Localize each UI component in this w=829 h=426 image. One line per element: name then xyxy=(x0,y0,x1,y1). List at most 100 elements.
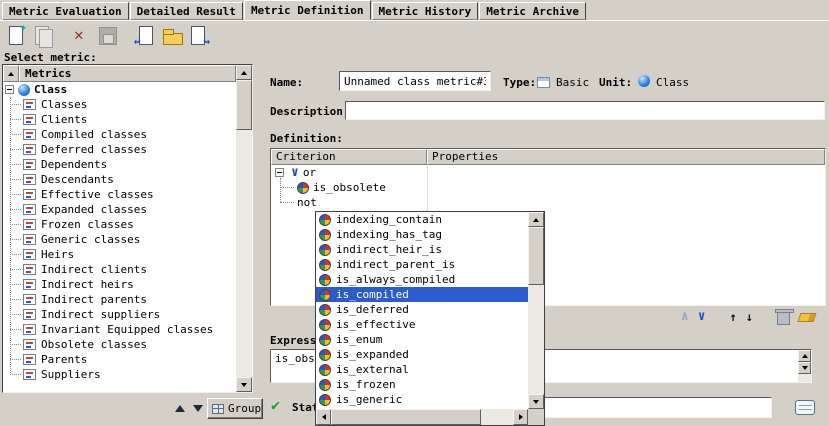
scroll-up-icon[interactable] xyxy=(236,65,252,80)
dropdown-item-label: is_enum xyxy=(336,333,382,346)
delete-metric-icon[interactable] xyxy=(69,23,93,47)
tab[interactable]: Metric History xyxy=(372,2,479,20)
tree-item[interactable]: Obsolete classes xyxy=(3,337,236,352)
criterion-row-is-obsolete[interactable]: is_obsolete xyxy=(271,180,825,195)
tree-item-label: Obsolete classes xyxy=(41,338,147,351)
scroll-down-icon[interactable] xyxy=(236,377,252,392)
scroll-thumb[interactable] xyxy=(236,80,252,130)
tree-scrollbar[interactable] xyxy=(236,65,252,392)
tree-item[interactable]: Dependents xyxy=(3,157,236,172)
tree-item[interactable]: Frozen classes xyxy=(3,217,236,232)
metric-icon xyxy=(23,279,36,290)
import-metrics-icon[interactable] xyxy=(134,23,158,47)
dropdown-item[interactable]: indirect_parent_is xyxy=(316,257,528,272)
metric-icon xyxy=(23,129,36,140)
criterion-icon xyxy=(319,349,331,361)
tree-item[interactable]: Indirect parents xyxy=(3,292,236,307)
scroll-right-icon[interactable] xyxy=(513,409,528,425)
collapse-icon[interactable] xyxy=(5,85,14,94)
dropdown-item[interactable]: indexing_contain xyxy=(316,212,528,227)
dropdown-item[interactable]: is_expanded xyxy=(316,347,528,362)
move-criterion-up-icon[interactable]: ↑ xyxy=(730,310,737,324)
export-metrics-icon[interactable] xyxy=(186,23,210,47)
dropdown-item[interactable]: is_external xyxy=(316,362,528,377)
select-metric-label: Select metric: xyxy=(4,51,97,64)
scroll-left-icon[interactable] xyxy=(316,409,331,425)
scroll-thumb[interactable] xyxy=(528,227,544,285)
scroll-up-icon[interactable] xyxy=(798,350,811,362)
name-input[interactable] xyxy=(339,71,491,91)
metrics-column-header[interactable]: Metrics xyxy=(19,65,236,82)
tree-root-class[interactable]: Class xyxy=(3,82,236,97)
criterion-row-or[interactable]: ∨ or xyxy=(271,165,825,180)
dropdown-vertical-scrollbar[interactable] xyxy=(528,212,544,409)
dropdown-item[interactable]: indexing_has_tag xyxy=(316,227,528,242)
tree-item[interactable]: Heirs xyxy=(3,247,236,262)
dropdown-item[interactable]: is_effective xyxy=(316,317,528,332)
metric-icon xyxy=(23,324,36,335)
dropdown-horizontal-scrollbar[interactable] xyxy=(316,409,528,425)
save-metric-icon[interactable] xyxy=(95,23,119,47)
group-button[interactable]: Group xyxy=(207,398,263,419)
metric-icon xyxy=(23,189,36,200)
dropdown-item[interactable]: is_always_compiled xyxy=(316,272,528,287)
description-input[interactable] xyxy=(345,101,825,120)
tree-item[interactable]: Effective classes xyxy=(3,187,236,202)
scroll-down-icon[interactable] xyxy=(528,394,544,409)
tab[interactable]: Metric Archive xyxy=(479,2,586,20)
tree-item-label: Indirect heirs xyxy=(41,278,134,291)
tree-item[interactable]: Deferred classes xyxy=(3,142,236,157)
type-value[interactable]: Basic xyxy=(556,76,589,89)
scroll-down-icon[interactable] xyxy=(798,362,811,374)
tree-item[interactable]: Parents xyxy=(3,352,236,367)
criterion-row-not[interactable]: not xyxy=(271,195,825,210)
move-criterion-down-icon[interactable]: ↓ xyxy=(746,310,753,324)
and-criterion-icon[interactable]: ∧ xyxy=(681,310,689,324)
tree-item[interactable]: Indirect heirs xyxy=(3,277,236,292)
criterion-icon xyxy=(319,229,331,241)
dropdown-item-label: is_deferred xyxy=(336,303,409,316)
new-metric-icon[interactable] xyxy=(4,23,28,47)
tree-item-label: Suppliers xyxy=(41,368,101,381)
tree-item[interactable]: Indirect clients xyxy=(3,262,236,277)
move-metric-down-button[interactable] xyxy=(189,400,206,417)
criterion-label: is_obsolete xyxy=(313,181,386,194)
scroll-thumb[interactable] xyxy=(331,409,481,425)
comment-icon[interactable] xyxy=(795,400,815,415)
dropdown-item[interactable]: is_compiled xyxy=(316,287,528,302)
criterion-column-header[interactable]: Criterion xyxy=(271,149,427,165)
sort-ascending-icon[interactable] xyxy=(3,65,19,82)
dropdown-item-label: indirect_heir_is xyxy=(336,243,442,256)
tree-item[interactable]: Classes xyxy=(3,97,236,112)
tree-item[interactable]: Compiled classes xyxy=(3,127,236,142)
tree-item[interactable]: Suppliers xyxy=(3,367,236,382)
dropdown-item[interactable]: is_frozen xyxy=(316,377,528,392)
delete-criterion-icon[interactable] xyxy=(777,312,790,325)
tree-item[interactable]: Indirect suppliers xyxy=(3,307,236,322)
tree-item[interactable]: Clients xyxy=(3,112,236,127)
criterion-icon xyxy=(319,394,331,406)
move-metric-up-button[interactable] xyxy=(171,400,188,417)
tree-header-row: Metrics xyxy=(3,65,236,82)
dropdown-item[interactable]: is_deferred xyxy=(316,302,528,317)
tab[interactable]: Metric Evaluation xyxy=(2,2,129,20)
open-file-icon[interactable] xyxy=(160,23,184,47)
dropdown-item-label: is_expanded xyxy=(336,348,409,361)
or-criterion-icon[interactable]: ∨ xyxy=(698,310,706,324)
dropdown-item[interactable]: is_enum xyxy=(316,332,528,347)
tree-item[interactable]: Generic classes xyxy=(3,232,236,247)
copy-metric-icon[interactable] xyxy=(30,23,54,47)
dropdown-item[interactable]: is_generic xyxy=(316,392,528,407)
tab[interactable]: Detailed Result xyxy=(130,2,243,20)
tree-item[interactable]: Invariant Equipped classes xyxy=(3,322,236,337)
dropdown-item[interactable]: indirect_heir_is xyxy=(316,242,528,257)
scroll-up-icon[interactable] xyxy=(528,212,544,227)
tree-item[interactable]: Expanded classes xyxy=(3,202,236,217)
properties-column-header[interactable]: Properties xyxy=(427,149,825,165)
tree-item[interactable]: Descendants xyxy=(3,172,236,187)
tab[interactable]: Metric Definition xyxy=(244,0,371,20)
collapse-icon[interactable] xyxy=(275,168,284,177)
expression-scrollbar[interactable] xyxy=(798,350,811,382)
erase-criterion-icon[interactable] xyxy=(798,313,817,322)
unit-value[interactable]: Class xyxy=(656,76,689,89)
